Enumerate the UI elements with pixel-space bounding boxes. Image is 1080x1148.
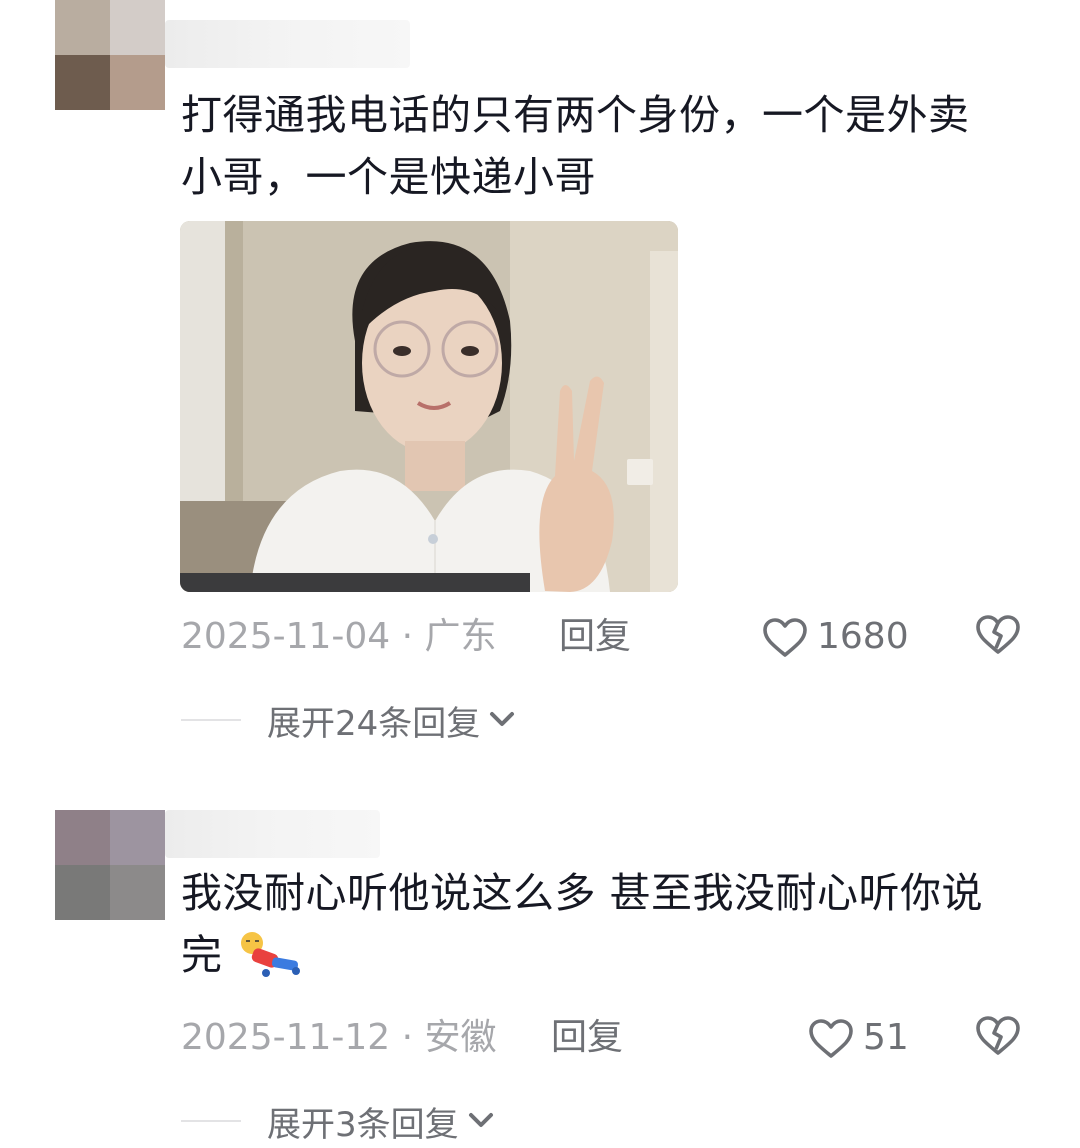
divider-line bbox=[181, 719, 241, 721]
like-count: 51 bbox=[863, 1017, 909, 1058]
heart-outline-icon bbox=[809, 1019, 853, 1058]
like-button[interactable]: 51 bbox=[807, 1013, 909, 1063]
comment-date-location: 2025-11-12 · 安徽 bbox=[181, 1017, 497, 1058]
expand-replies-label: 展开24条回复 bbox=[267, 703, 481, 744]
dislike-button[interactable] bbox=[974, 612, 1022, 656]
comment-image[interactable] bbox=[180, 221, 678, 592]
username[interactable] bbox=[165, 810, 380, 858]
heart-outline-icon bbox=[763, 618, 807, 657]
reply-button[interactable]: 回复 bbox=[559, 612, 631, 662]
broken-heart-icon bbox=[976, 1016, 1020, 1055]
comment-item: 打得通我电话的只有两个身份，一个是外卖小哥，一个是快递小哥 2025-11-04… bbox=[0, 0, 1080, 760]
like-button[interactable]: 1680 bbox=[761, 612, 909, 662]
expand-replies-button[interactable]: 展开3条回复 bbox=[181, 1096, 495, 1146]
comment-meta: 2025-11-12 · 安徽 回复 51 bbox=[181, 1013, 1061, 1063]
username[interactable] bbox=[165, 20, 410, 68]
comment-photo bbox=[180, 221, 678, 592]
avatar[interactable] bbox=[55, 810, 165, 920]
expand-replies-button[interactable]: 展开24条回复 bbox=[181, 695, 516, 745]
comment-text: 打得通我电话的只有两个身份，一个是外卖小哥，一个是快递小哥 bbox=[181, 91, 970, 201]
comment-item: 我没耐心听他说这么多 甚至我没耐心听你说完 2025-11-12 · 安徽 回复… bbox=[0, 760, 1080, 1148]
chevron-down-icon bbox=[490, 712, 515, 726]
chevron-down-icon bbox=[468, 1113, 493, 1127]
divider-line bbox=[181, 1120, 241, 1122]
like-count: 1680 bbox=[817, 616, 909, 657]
expand-replies-label: 展开3条回复 bbox=[267, 1104, 459, 1145]
broken-heart-icon bbox=[976, 615, 1020, 654]
reply-button[interactable]: 回复 bbox=[551, 1013, 623, 1063]
dislike-button[interactable] bbox=[974, 1013, 1022, 1057]
comment-meta: 2025-11-04 · 广东 回复 1680 bbox=[181, 612, 1061, 662]
comment-text: 我没耐心听他说这么多 甚至我没耐心听你说完 bbox=[181, 862, 1021, 986]
collapsed-figure-emoji bbox=[241, 932, 301, 977]
avatar[interactable] bbox=[55, 0, 165, 110]
comment-date-location: 2025-11-04 · 广东 bbox=[181, 616, 497, 657]
